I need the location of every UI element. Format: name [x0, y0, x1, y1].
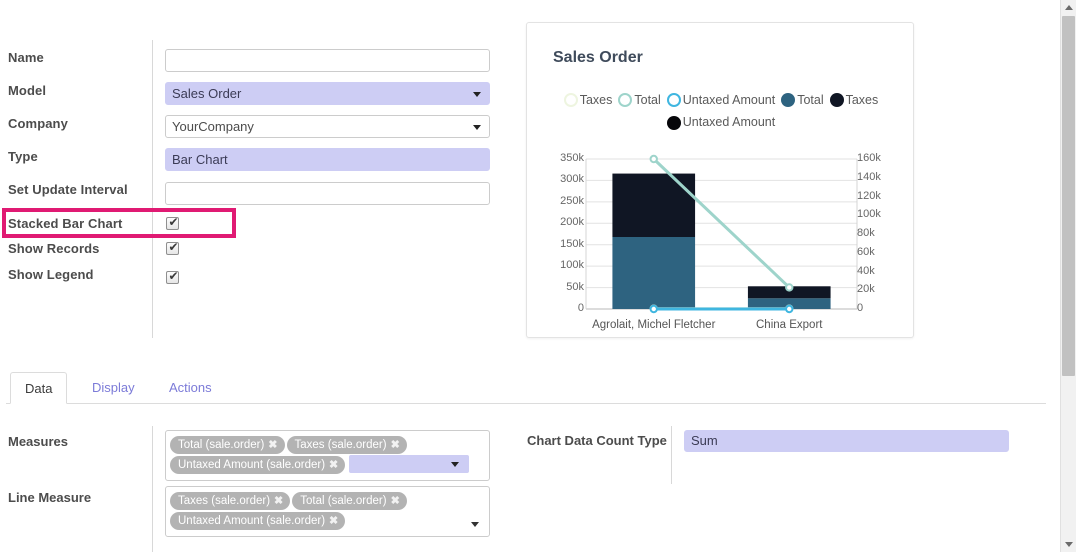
legend-item[interactable]: Taxes	[829, 89, 879, 111]
chart-preview-card: Sales Order Taxes Total Untaxed Amount Tota…	[526, 22, 914, 338]
measures-text-field[interactable]	[349, 455, 470, 473]
legend-label: Taxes	[579, 93, 613, 107]
chevron-down-icon	[471, 522, 479, 527]
company-select[interactable]: YourCompany	[165, 115, 490, 138]
remove-tag-icon[interactable]: ✖	[268, 439, 277, 451]
tab-data[interactable]: Data	[10, 372, 68, 404]
measures-tag-label: Total (sale.order)	[178, 439, 265, 451]
line-measure-tag-label: Untaxed Amount (sale.order)	[178, 515, 326, 527]
line-measure-tag-label: Total (sale.order)	[300, 495, 387, 507]
chevron-down-icon	[473, 91, 481, 97]
remove-tag-icon[interactable]: ✖	[274, 495, 283, 507]
line-point-marker	[649, 154, 658, 164]
legend-swatch-icon	[618, 93, 633, 108]
app-window: Name Model Sales Order Company YourCompa…	[0, 0, 1076, 552]
legend-item[interactable]: Total	[781, 89, 824, 111]
model-select[interactable]: Sales Order	[165, 82, 490, 105]
line-measure-tag[interactable]: Untaxed Amount (sale.order) ✖	[170, 512, 346, 530]
chevron-down-icon	[473, 124, 481, 130]
field-label-model: Model	[8, 83, 47, 98]
form-scroll-pane: Name Model Sales Order Company YourCompa…	[0, 0, 1060, 552]
line-measure-tag-label: Taxes (sale.order)	[178, 495, 271, 507]
caret-down-icon	[1065, 542, 1073, 547]
line-measure-tag[interactable]: Taxes (sale.order) ✖	[170, 492, 291, 510]
measures-label: Measures	[8, 434, 68, 449]
legend-item[interactable]: Untaxed Amount	[666, 111, 776, 133]
legend-label: Total	[634, 93, 661, 107]
model-select-value: Sales Order	[172, 86, 242, 101]
legend-item[interactable]: Taxes	[563, 89, 613, 111]
measures-tag-label: Untaxed Amount (sale.order)	[178, 459, 326, 472]
scrollbar-thumb[interactable]	[1062, 16, 1075, 376]
legend-swatch-icon	[781, 93, 796, 108]
show-legend-checkbox[interactable]	[166, 269, 180, 284]
chart-data-count-type-select[interactable]: Sum	[684, 430, 1009, 452]
measures-tag[interactable]: Total (sale.order) ✖	[170, 436, 285, 454]
legend-swatch-icon	[563, 93, 578, 108]
tab-bar: Data Display Actions	[0, 368, 1060, 404]
chart-plot-area: 0 50k 100k 150k 200k 250k 300k 350k 0 20k 40k 60k 80…	[527, 151, 915, 339]
tab-actions[interactable]: Actions	[155, 372, 226, 404]
data-column-divider	[152, 426, 153, 552]
field-label-set-update-interval: Set Update Interval	[8, 182, 128, 197]
field-label-show-legend: Show Legend	[8, 267, 94, 282]
company-select-value: YourCompany	[172, 119, 254, 134]
legend-label: Untaxed Amount	[682, 93, 776, 107]
measures-tag[interactable]: Untaxed Amount (sale.order) ✖	[170, 456, 346, 475]
measures-tag-input[interactable]: Total (sale.order) ✖ Taxes (sale.order) ✖Un…	[165, 430, 490, 482]
form-column-divider	[152, 40, 153, 338]
bar-segment	[612, 237, 696, 309]
legend-label: Taxes	[845, 93, 879, 107]
field-label-name: Name	[8, 50, 44, 65]
chart-legend: Taxes Total Untaxed Amount Total Taxes Untaxe…	[541, 89, 901, 134]
measures-tag[interactable]: Taxes (sale.order) ✖	[286, 436, 407, 454]
legend-swatch-icon	[666, 115, 681, 130]
data-tab-panel: Measures Total (sale.order) ✖ Taxes (sale.…	[0, 404, 1060, 552]
line-point-marker	[785, 283, 794, 292]
remove-tag-icon[interactable]: ✖	[329, 515, 338, 527]
legend-label: Untaxed Amount	[682, 115, 776, 130]
field-label-company: Company	[8, 116, 68, 131]
bar-segment	[612, 173, 696, 237]
field-label-stacked-bar-chart: Stacked Bar Chart	[8, 216, 123, 231]
chevron-down-icon	[451, 462, 460, 467]
remove-tag-icon[interactable]: ✖	[391, 495, 400, 507]
field-label-show-records: Show Records	[8, 241, 100, 256]
chart-data-count-type-label: Chart Data Count Type	[527, 433, 667, 448]
line-point-marker	[649, 304, 658, 314]
set-update-interval-input[interactable]	[165, 182, 490, 205]
remove-tag-icon[interactable]: ✖	[391, 439, 400, 451]
chart-title: Sales Order	[553, 49, 643, 66]
chart-settings-form: Name Model Sales Order Company YourCompa…	[0, 0, 1060, 368]
line-measure-tag-input[interactable]: Taxes (sale.order) ✖ Total (sale.order) ✖Un…	[165, 486, 490, 537]
scroll-up-button[interactable]	[1061, 0, 1076, 15]
line-measure-tag[interactable]: Total (sale.order) ✖	[292, 492, 407, 510]
stacked-bar-chart-checkbox[interactable]	[166, 215, 180, 230]
line-measure-label: Line Measure	[8, 490, 92, 505]
type-select-value: Bar Chart	[172, 152, 228, 167]
vertical-scrollbar[interactable]	[1060, 0, 1076, 552]
scroll-down-button[interactable]	[1061, 537, 1076, 552]
type-select[interactable]: Bar Chart	[165, 148, 490, 171]
tab-display[interactable]: Display	[78, 372, 149, 404]
measures-tag-label: Taxes (sale.order)	[294, 439, 387, 451]
legend-label: Total	[797, 93, 824, 107]
line-point-marker	[785, 304, 794, 314]
name-input[interactable]	[165, 49, 490, 72]
legend-swatch-icon	[829, 93, 844, 108]
remove-tag-icon[interactable]: ✖	[329, 459, 338, 471]
field-label-type: Type	[8, 149, 38, 164]
legend-item[interactable]: Untaxed Amount	[666, 89, 776, 111]
caret-up-icon	[1065, 5, 1073, 10]
legend-swatch-icon	[666, 93, 681, 108]
legend-item[interactable]: Total	[618, 89, 661, 111]
show-records-checkbox[interactable]	[166, 240, 180, 255]
chart-svg	[585, 154, 858, 314]
